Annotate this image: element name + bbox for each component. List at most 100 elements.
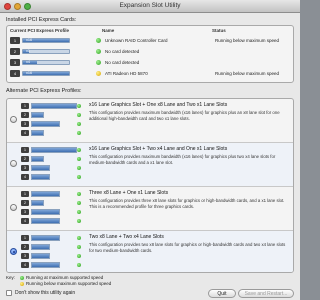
profile-radio-button[interactable]: [10, 248, 17, 255]
profile-slot-row: 3: [21, 120, 81, 129]
slot-number: 1: [21, 147, 29, 153]
lane-bar-fill: [32, 166, 50, 170]
lane-bar: [31, 262, 60, 268]
profile-title: Two x8 Lane + Two x4 Lane Slots: [89, 234, 164, 240]
profile-slot-row: 4: [21, 173, 81, 182]
status-ok-icon: [77, 254, 81, 258]
key-text: Running at maximum supported speed: [26, 275, 104, 280]
status-ok-icon: [77, 201, 81, 205]
slot-number: 4: [10, 70, 20, 77]
status-ok-icon: [77, 219, 81, 223]
profile-slot-diagram: 1 2 3 4: [21, 190, 81, 226]
profile-title: Three x8 Lane + One x1 Lane Slots: [89, 190, 169, 196]
lane-bar-fill: [32, 157, 43, 161]
profile-slot-row: 3: [21, 164, 81, 173]
slot-number: 4: [21, 262, 29, 268]
profile-option[interactable]: 1 2 3 4 Two x8 Lane + Two x4 Lane Slots This …: [7, 231, 293, 272]
profile-slot-diagram: 1 2 3 4: [21, 146, 81, 182]
quit-button[interactable]: Quit: [208, 289, 236, 298]
card-name: No card detected: [105, 60, 140, 65]
slot-number: 4: [21, 130, 29, 136]
lane-bar: [31, 112, 44, 118]
profile-title: x16 Lane Graphics Slot + One x8 Lane and…: [89, 102, 228, 108]
name-header: Name: [102, 28, 115, 33]
profile-radio-button[interactable]: [10, 116, 17, 123]
profile-option[interactable]: 1 2 3 4 Three x8 Lane + One x1 Lane Slots Thi…: [7, 187, 293, 231]
profile-description: This configuration provides three x8 lan…: [89, 198, 285, 209]
status-ok-icon: [77, 192, 81, 196]
card-name: Unknown RAID Controller Card: [105, 38, 168, 43]
profile-description: This configuration provides two x8 lane …: [89, 242, 286, 253]
profile-option[interactable]: 1 2 3 4 x16 Lane Graphics Slot + Two x4 Lane…: [7, 143, 293, 187]
lane-bar: [31, 174, 51, 180]
slot-number: 2: [21, 112, 29, 118]
slot-number: 1: [10, 37, 20, 44]
slot-number: 3: [21, 165, 29, 171]
profile-option[interactable]: 1 2 3 4 x16 Lane Graphics Slot + One x8 Lane…: [7, 99, 293, 143]
profile-slot-row: 1: [21, 234, 81, 243]
slot-number: 1: [21, 235, 29, 241]
profile-slot-row: 2: [21, 199, 81, 208]
alternate-profiles-label: Alternate PCI Express Profiles:: [6, 88, 82, 94]
lane-bar: [31, 244, 51, 250]
profile-slot-diagram: 1 2 3 4: [21, 234, 81, 270]
lane-bar: [31, 235, 60, 241]
lane-bar: [31, 147, 77, 153]
status-warning-icon: [20, 281, 24, 286]
card-name: No card detected: [105, 49, 140, 54]
status-warning-icon: [96, 71, 101, 76]
card-name: ATI Radeon HD 5870: [105, 71, 148, 76]
lane-bar-fill: [32, 192, 59, 196]
lane-bar-fill: [32, 263, 59, 267]
status-ok-icon: [77, 113, 81, 117]
lane-width-label: x4: [26, 60, 31, 64]
lane-bar-fill: [32, 201, 43, 205]
lane-bar-fill: [32, 236, 59, 240]
slot-number: 3: [21, 121, 29, 127]
slot-number: 4: [21, 218, 29, 224]
key-item: Running below maximum supported speed: [20, 281, 111, 286]
status-header: Status: [212, 28, 226, 33]
profile-description: This configuration provides maximum band…: [89, 154, 276, 165]
key-label: Key:: [6, 275, 16, 280]
key-text: Running below maximum supported speed: [26, 281, 112, 286]
lane-width-label: x1: [26, 49, 31, 53]
profile-slot-row: 4: [21, 261, 81, 270]
lane-bar: [31, 218, 60, 224]
lane-bar-fill: [32, 131, 43, 135]
slot-row: 4 x16 ATI Radeon HD 5870 Running below maxi…: [10, 70, 290, 77]
lane-bar: [31, 209, 60, 215]
lane-width-label: x16: [26, 38, 33, 42]
status-ok-icon: [20, 275, 24, 280]
lane-bar: [31, 156, 44, 162]
key-item: Running at maximum supported speed: [20, 275, 103, 280]
lane-bar: [31, 253, 51, 259]
lane-bar-fill: [32, 148, 76, 152]
lane-bar-fill: [32, 113, 43, 117]
slot-number: 3: [10, 59, 20, 66]
profile-radio-button[interactable]: [10, 160, 17, 167]
dont-show-again-label[interactable]: Don't show this utility again: [15, 290, 75, 296]
lane-bar: [31, 200, 44, 206]
status-ok-icon: [77, 131, 81, 135]
status-ok-icon: [77, 148, 81, 152]
status-ok-icon: [77, 263, 81, 267]
save-and-restart-button[interactable]: Save and Restart...: [238, 289, 294, 298]
lane-bar-fill: [32, 245, 50, 249]
alternate-profiles-list: 1 2 3 4 x16 Lane Graphics Slot + One x8 Lane…: [6, 98, 294, 273]
status-ok-icon: [77, 210, 81, 214]
lane-bar: [31, 165, 51, 171]
current-profile-header: Current PCI Express Profile: [10, 28, 70, 33]
slot-row: 3 x4 No card detected: [10, 59, 290, 66]
title-bar[interactable]: Expansion Slot Utility: [0, 0, 300, 13]
profile-radio-button[interactable]: [10, 204, 17, 211]
footer-bar: Don't show this utility again Quit Save …: [0, 287, 300, 300]
status-ok-icon: [96, 38, 101, 43]
profile-slot-row: 1: [21, 102, 81, 111]
slot-number: 1: [21, 103, 29, 109]
lane-bar-fill: [32, 210, 59, 214]
dont-show-again-checkbox[interactable]: [6, 290, 12, 296]
card-status: Running below maximum speed: [215, 38, 280, 43]
profile-slot-row: 3: [21, 252, 81, 261]
lane-bar-fill: [32, 219, 59, 223]
